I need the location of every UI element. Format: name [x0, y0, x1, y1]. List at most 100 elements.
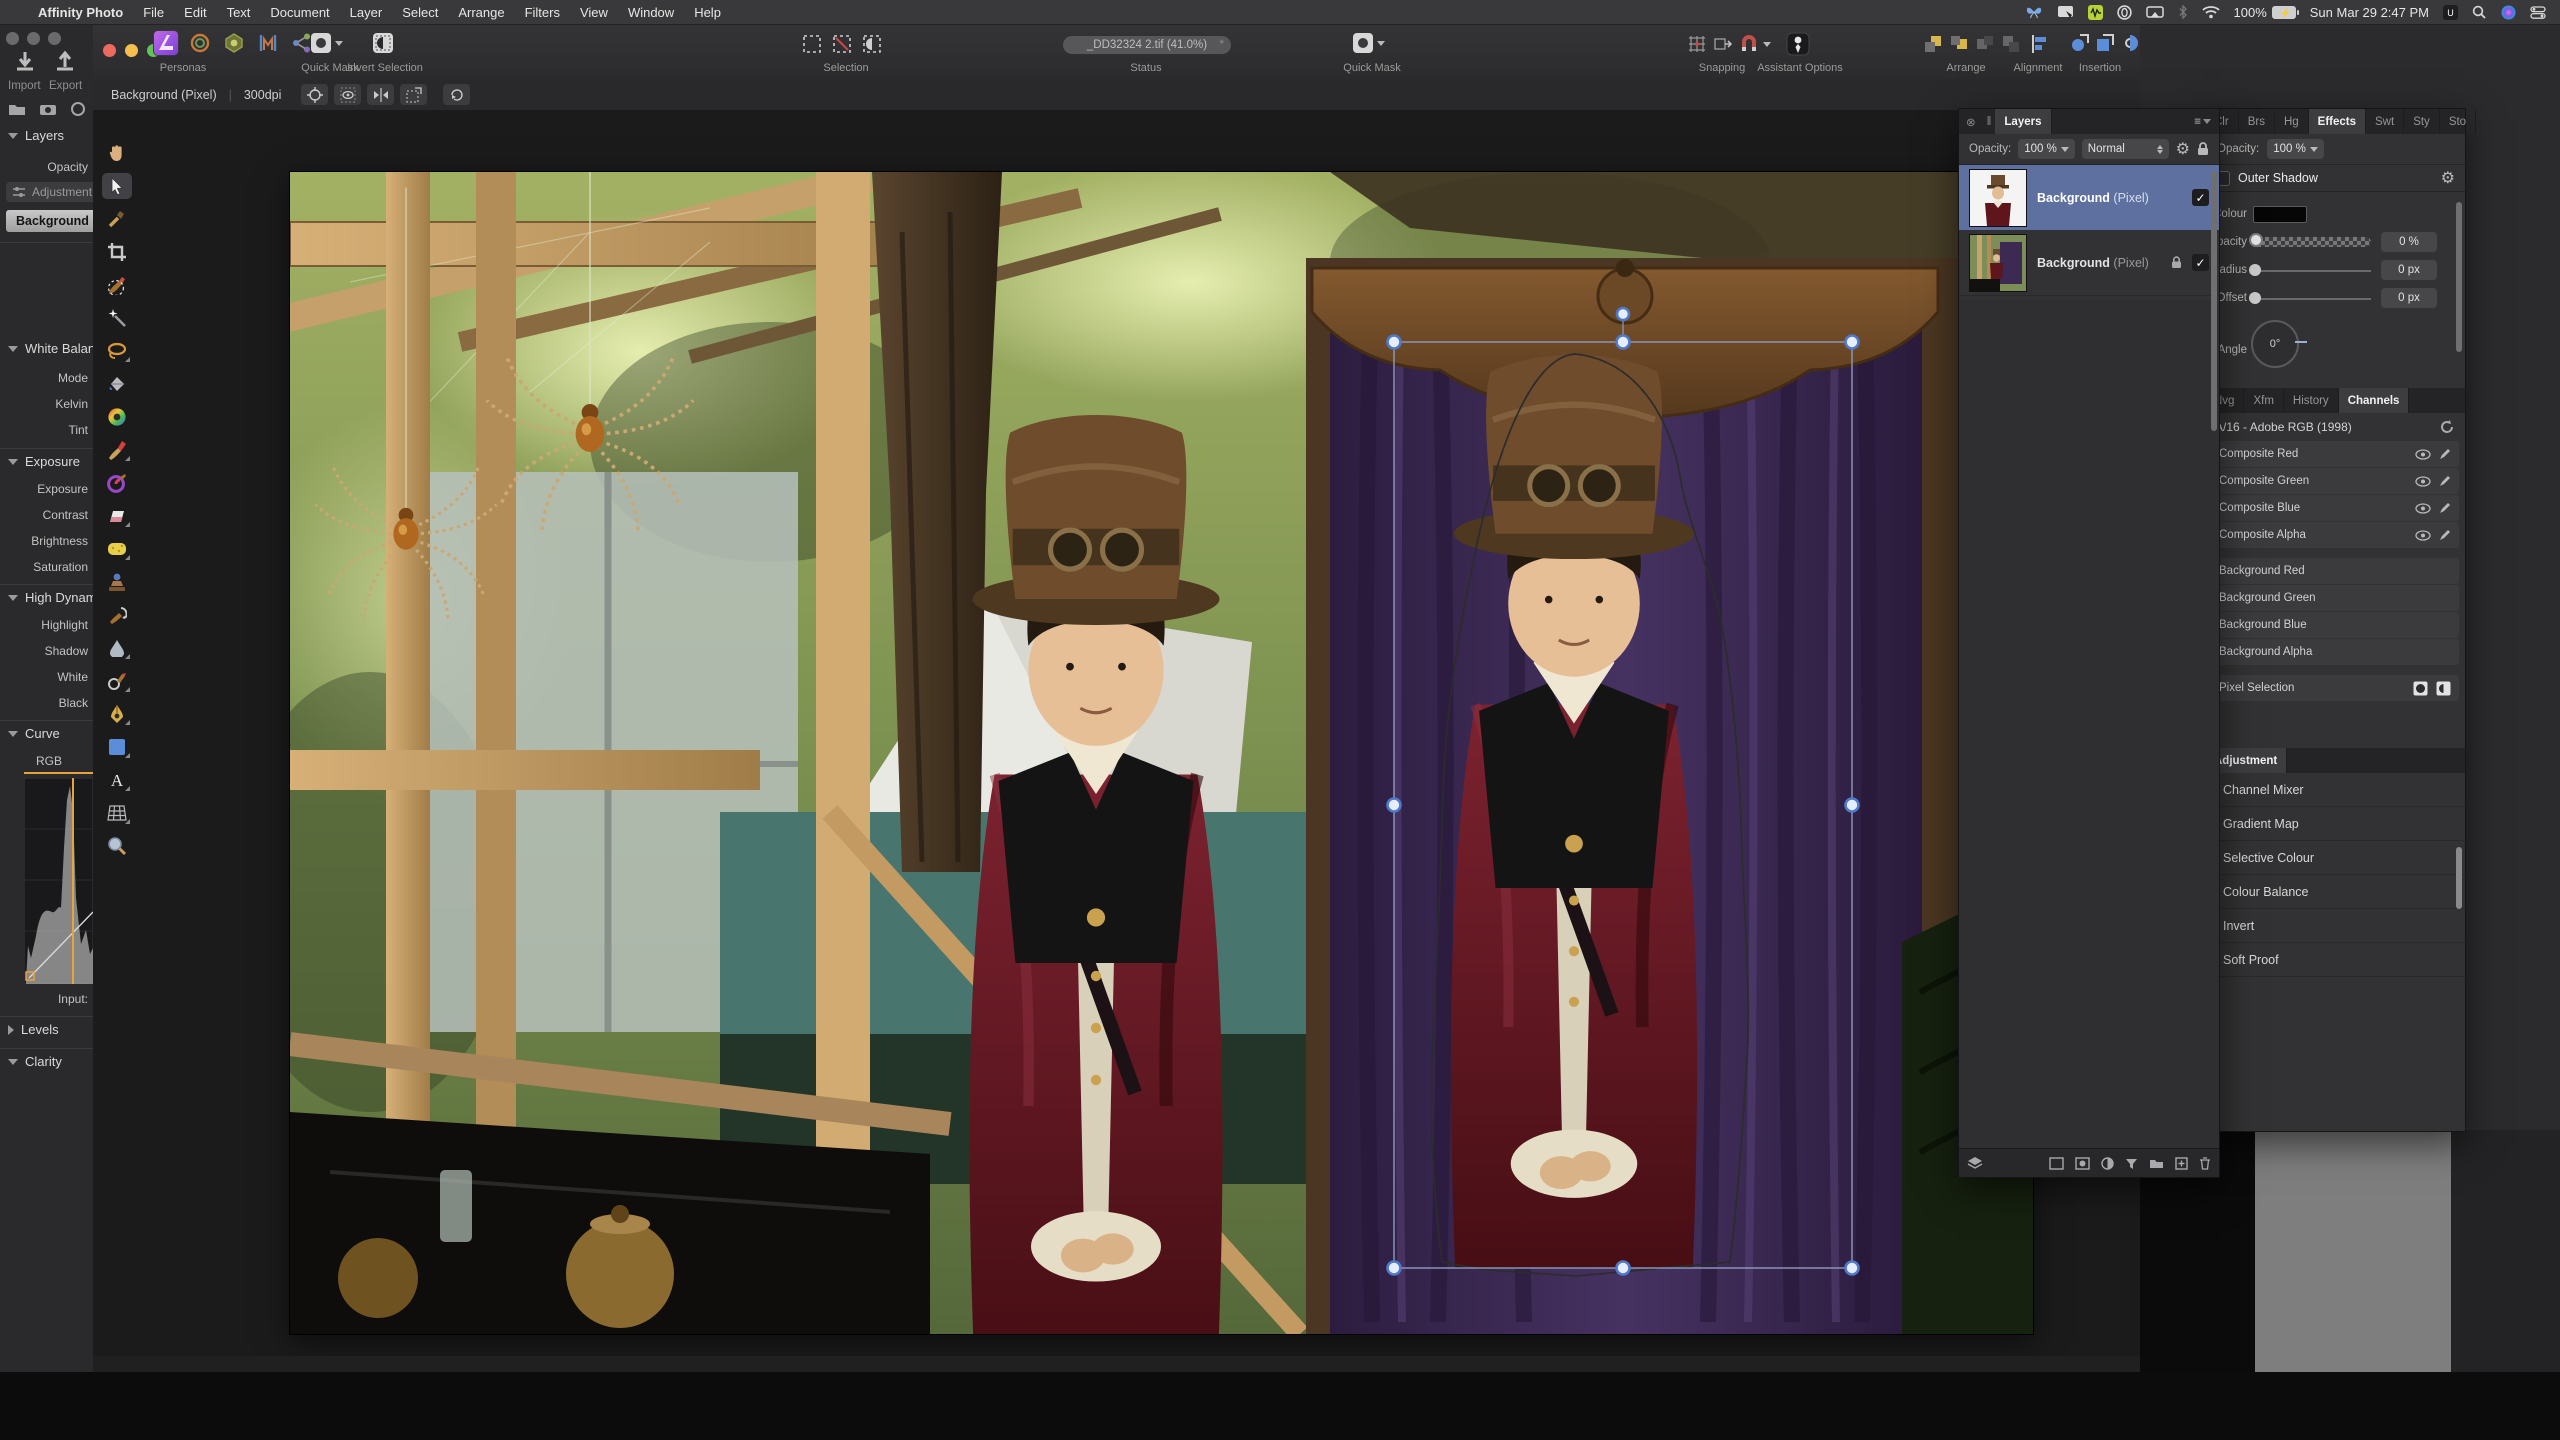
add-group-icon[interactable] — [2149, 1157, 2164, 1169]
undo-brush-tool[interactable] — [102, 602, 132, 628]
wifi-icon[interactable] — [2202, 6, 2220, 19]
reset-channels-icon[interactable] — [2440, 420, 2455, 434]
eye-icon[interactable] — [2415, 503, 2431, 514]
pixel-selection-row[interactable]: Pixel Selection — [2211, 675, 2459, 701]
butterfly-icon[interactable] — [2026, 5, 2043, 19]
curve-header[interactable]: Curve — [8, 726, 60, 741]
radius-slider[interactable] — [2253, 270, 2371, 272]
add-live-filter-icon[interactable] — [2125, 1157, 2138, 1170]
curve-channel-label[interactable]: RGB — [36, 754, 62, 768]
channel-row[interactable]: Composite Red — [2211, 441, 2459, 467]
rotation-handle[interactable] — [1617, 308, 1629, 320]
tone-mapping-persona-button[interactable] — [255, 30, 281, 56]
display-icon[interactable] — [2146, 6, 2164, 19]
zoom-tool[interactable] — [102, 833, 132, 859]
adjustment-item[interactable]: Soft Proof — [2205, 943, 2465, 977]
handle-bottom-right[interactable] — [1846, 1262, 1859, 1275]
handle-top-left[interactable] — [1388, 336, 1401, 349]
marquee-icon[interactable] — [802, 34, 822, 54]
handle-mid-right[interactable] — [1846, 799, 1859, 812]
layers-scrollbar[interactable] — [2211, 171, 2217, 431]
radius-value[interactable]: 0 px — [2381, 260, 2437, 280]
eye-icon[interactable] — [2415, 476, 2431, 487]
mesh-warp-tool[interactable] — [102, 800, 132, 826]
add-pixel-layer-icon[interactable] — [2049, 1157, 2064, 1170]
pen-tool[interactable] — [102, 701, 132, 727]
adjustment-item[interactable]: Gradient Map — [2205, 807, 2465, 841]
selection-brush-tool[interactable] — [102, 272, 132, 298]
menu-clock[interactable]: Sun Mar 29 2:47 PM — [2310, 5, 2429, 20]
tab-transform[interactable]: Xfm — [2244, 388, 2283, 413]
import-label[interactable]: Import — [8, 80, 41, 92]
shadow-opacity-slider[interactable] — [2253, 237, 2371, 247]
lock-icon[interactable] — [2197, 142, 2209, 156]
photo-persona-button[interactable] — [153, 30, 179, 56]
layer-lock-icon[interactable] — [2171, 256, 2182, 269]
handle-top-right[interactable] — [1846, 336, 1859, 349]
layers-opacity-dropdown[interactable]: 100 % — [2018, 139, 2075, 159]
handle-top-mid[interactable] — [1617, 336, 1630, 349]
app-menu[interactable]: Affinity Photo — [38, 5, 123, 20]
offset-knob[interactable] — [2249, 292, 2261, 304]
control-center-icon[interactable] — [2530, 6, 2546, 19]
handle-mid-left[interactable] — [1388, 799, 1401, 812]
menu-file[interactable]: File — [143, 5, 164, 20]
liquify-persona-button[interactable] — [187, 30, 213, 56]
flood-fill-tool[interactable] — [102, 371, 132, 397]
adjustment-item[interactable]: Colour Balance — [2205, 875, 2465, 909]
quick-mask-button-2[interactable] — [1353, 33, 1385, 53]
eraser-tool[interactable] — [102, 503, 132, 529]
panel-detach-icon[interactable]: ‖ — [1983, 109, 1996, 134]
move-backward-icon[interactable] — [1975, 34, 1995, 54]
add-layer-icon[interactable] — [2175, 1157, 2188, 1170]
layer-row-selected[interactable]: Background (Pixel) ✓ — [1959, 165, 2219, 230]
channel-row[interactable]: Background Blue — [2211, 612, 2459, 638]
snap-grid-icon[interactable] — [1687, 34, 1707, 54]
high-dynamic-header[interactable]: High Dynamic Range — [8, 590, 94, 605]
adjustment-item[interactable]: Channel Mixer — [2205, 773, 2465, 807]
clarity-header[interactable]: Clarity — [8, 1054, 62, 1069]
flip-horizontal-icon[interactable] — [367, 84, 394, 105]
siri-icon[interactable] — [2501, 5, 2516, 20]
minimize-window-button[interactable] — [125, 44, 138, 57]
adjustment-item[interactable]: Invert — [2205, 909, 2465, 943]
text-tool[interactable]: A — [102, 767, 132, 793]
selection-circle-icon[interactable] — [2413, 681, 2428, 696]
layers-section-header[interactable]: Layers — [8, 128, 64, 143]
angle-dial[interactable]: 0° — [2251, 320, 2299, 368]
channel-row[interactable]: Composite Alpha — [2211, 522, 2459, 548]
spotlight-icon[interactable] — [2472, 5, 2487, 20]
invert-pixel-selection-icon[interactable] — [862, 34, 882, 54]
pencil-icon[interactable] — [2439, 529, 2451, 541]
menu-help[interactable]: Help — [694, 5, 721, 20]
handle-bottom-mid[interactable] — [1617, 1262, 1630, 1275]
menu-filters[interactable]: Filters — [525, 5, 560, 20]
export-label[interactable]: Export — [49, 80, 82, 92]
channel-row[interactable]: Background Alpha — [2211, 639, 2459, 665]
white-balance-header[interactable]: White Balance — [8, 341, 94, 356]
document-status-pill[interactable]: _DD32324 2.tif (41.0%) * — [1063, 36, 1231, 54]
eye-icon[interactable] — [2415, 449, 2431, 460]
circle-zero-icon[interactable] — [2117, 5, 2132, 20]
tab-swatches[interactable]: Swt — [2366, 109, 2404, 134]
tab-history[interactable]: History — [2284, 388, 2339, 413]
handle-bottom-left[interactable] — [1388, 1262, 1401, 1275]
quick-mask-button[interactable] — [311, 33, 343, 53]
smudge-tool[interactable] — [102, 668, 132, 694]
edit-all-layers-icon[interactable] — [1967, 1156, 1983, 1170]
insert-on-top-icon[interactable] — [2095, 33, 2115, 53]
offset-slider[interactable] — [2253, 298, 2371, 300]
curve-histogram[interactable] — [24, 778, 93, 984]
menu-view[interactable]: View — [580, 5, 608, 20]
battery-indicator[interactable]: 100% ⚡ — [2234, 5, 2296, 20]
audio-meter-icon[interactable] — [2088, 5, 2103, 20]
assistant-options-button[interactable] — [1786, 32, 1810, 61]
levels-header[interactable]: Levels — [8, 1022, 59, 1037]
layer-visibility-checkbox[interactable]: ✓ — [2192, 254, 2209, 271]
tab-stock[interactable]: Sto — [2440, 109, 2476, 134]
move-tool[interactable] — [102, 173, 132, 199]
layers-empty-area[interactable] — [1959, 300, 2219, 1149]
show-selection-icon[interactable] — [334, 84, 361, 105]
menu-layer[interactable]: Layer — [350, 5, 383, 20]
menu-arrange[interactable]: Arrange — [458, 5, 504, 20]
